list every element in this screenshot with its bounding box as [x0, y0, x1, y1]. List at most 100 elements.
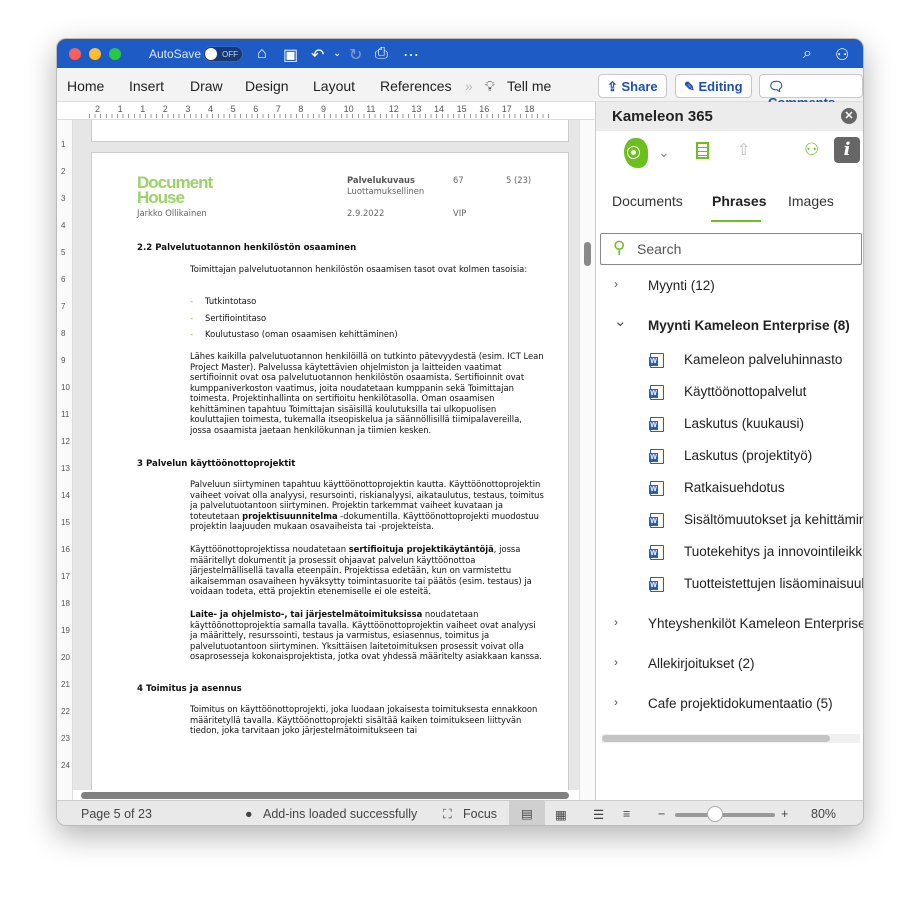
phrase-item[interactable]: Sisältömuutokset ja kehittäminen	[596, 504, 863, 536]
tell-me[interactable]: Tell me	[507, 78, 551, 94]
phrase-item[interactable]: Tuotekehitys ja innovointileikki	[596, 536, 863, 568]
phrase-group[interactable]: › Myynti (12)	[596, 270, 863, 302]
scroll-thumb[interactable]	[602, 735, 830, 742]
comments-button[interactable]: 🗨︎ Comments	[759, 74, 863, 110]
horizontal-ruler[interactable]: 2 1 1 2 3 4 5 6 7 8 9 10 11 12 13 14 15 16 17 18	[57, 102, 595, 120]
vruler-tick-label: 18	[61, 599, 70, 608]
page-count[interactable]: Page 5 of 23	[81, 807, 152, 821]
document-vertical-scrollbar[interactable]	[579, 120, 595, 800]
home-icon[interactable]: ⌂	[257, 45, 267, 63]
focus-button[interactable]: Focus	[463, 807, 497, 821]
zoom-out-button[interactable]: −	[658, 807, 665, 821]
close-icon[interactable]: ✕	[841, 108, 857, 124]
document-page[interactable]: Document House Jarkko Ollikainen Palveluk…	[91, 152, 569, 800]
chevron-right-icon[interactable]: ›	[614, 655, 618, 669]
autosave-label: AutoSave	[149, 47, 202, 61]
ruler-tick-label: 10	[343, 104, 354, 114]
autosave-state: OFF	[222, 50, 238, 59]
redo-icon[interactable]: ↻	[349, 45, 362, 65]
phrase-label: Laskutus (kuukausi)	[684, 416, 805, 431]
web-layout-icon[interactable]: ▦	[555, 807, 567, 822]
focus-icon[interactable]: ⛶	[443, 807, 452, 822]
minimize-window-button[interactable]	[89, 48, 101, 60]
tab-insert[interactable]: Insert	[129, 78, 164, 94]
kameleon-logo-icon[interactable]	[624, 138, 648, 168]
zoom-level[interactable]: 80%	[811, 807, 836, 821]
phrase-item[interactable]: Laskutus (kuukausi)	[596, 408, 863, 440]
tab-images[interactable]: Images	[788, 193, 834, 209]
vruler-tick-label: 20	[61, 653, 70, 662]
undo-dropdown-icon[interactable]: ⌄	[333, 48, 341, 59]
tab-references[interactable]: References	[380, 78, 452, 94]
chevron-right-icon[interactable]: ›	[614, 615, 618, 629]
phrase-group[interactable]: ⌄ Myynti Kameleon Enterprise (8)	[596, 310, 863, 342]
chevron-down-icon[interactable]: ⌄	[614, 312, 627, 330]
more-tabs-icon[interactable]: »	[465, 78, 473, 94]
tab-draw[interactable]: Draw	[190, 78, 223, 94]
scroll-thumb[interactable]	[584, 242, 591, 266]
upload-icon[interactable]: ⇧	[737, 140, 750, 160]
search-icon[interactable]: ⌕	[803, 45, 812, 63]
phrase-label: Tuotteistettujen lisäominaisuuksien	[684, 576, 863, 591]
close-window-button[interactable]	[69, 48, 81, 60]
editing-button[interactable]: ✎ Editing	[675, 74, 752, 98]
zoom-window-button[interactable]	[109, 48, 121, 60]
vruler-tick-label: 23	[61, 734, 70, 743]
phrase-group[interactable]: › Yhteyshenkilöt Kameleon Enterprise	[596, 608, 863, 640]
document-canvas[interactable]: Document House Jarkko Ollikainen Palveluk…	[73, 120, 579, 800]
print-layout-view-button[interactable]: ▤	[509, 801, 545, 825]
phrase-label: Kameleon palveluhinnasto	[684, 352, 843, 367]
chevron-right-icon[interactable]: ›	[614, 695, 618, 709]
draft-view-icon[interactable]: ≡	[623, 807, 630, 821]
tab-design[interactable]: Design	[245, 78, 289, 94]
phrase-group[interactable]: › Allekirjoitukset (2)	[596, 648, 863, 680]
header-number: 67	[453, 175, 464, 185]
vruler-tick-label: 21	[61, 680, 70, 689]
vertical-ruler[interactable]: 1 2 3 4 5 6 7 8 9 10 11 12 13 14 15 16 17 18 19 20 21 22 23 24	[57, 120, 73, 800]
editing-label: Editing	[698, 79, 743, 94]
paragraph: Käyttöönottoprojektissa noudatetaan sert…	[190, 544, 532, 596]
paragraph: Palveluun siirtyminen tapahtuu käyttööno…	[190, 479, 544, 531]
zoom-slider-thumb[interactable]	[707, 806, 723, 822]
phrase-item[interactable]: Tuotteistettujen lisäominaisuuksien	[596, 568, 863, 600]
undo-icon[interactable]: ↶	[311, 45, 324, 65]
tab-layout[interactable]: Layout	[313, 78, 355, 94]
phrase-label: Käyttöönottopalvelut	[684, 384, 807, 399]
outline-view-icon[interactable]: ☰	[593, 807, 604, 822]
tab-phrases[interactable]: Phrases	[712, 193, 766, 209]
vruler-tick-label: 22	[61, 707, 70, 716]
list-item: - Sertifiointitaso	[190, 313, 267, 323]
info-icon[interactable]: i	[834, 137, 860, 163]
phrase-item[interactable]: Laskutus (projektityö)	[596, 440, 863, 472]
print-icon[interactable]: ⎙	[375, 45, 388, 63]
ruler-tick-label: 1	[117, 104, 123, 114]
chevron-down-icon[interactable]: ⌄	[658, 144, 670, 161]
kameleon-panel: Kameleon 365 ✕ ⌄ ⇧ ⚇ i Documents Phrases…	[595, 102, 863, 800]
share-button[interactable]: ⇪ Share	[598, 74, 667, 98]
scroll-thumb[interactable]	[81, 792, 569, 799]
phrase-group[interactable]: › Cafe projektidokumentaatio (5)	[596, 688, 863, 720]
ruler-tick-label: 7	[275, 104, 281, 114]
chevron-right-icon[interactable]: ›	[614, 277, 618, 291]
vruler-tick-label: 10	[61, 383, 70, 392]
tab-home[interactable]: Home	[67, 78, 104, 94]
search-input[interactable]: ⚲ Search	[600, 233, 862, 265]
user-icon[interactable]: ⚇	[804, 140, 819, 160]
addins-icon: ●	[245, 807, 253, 821]
more-icon[interactable]: ⋯	[403, 45, 419, 65]
phrase-item[interactable]: Ratkaisuehdotus	[596, 472, 863, 504]
heading-4: 4 Toimitus ja asennus	[137, 684, 242, 694]
zoom-in-button[interactable]: +	[781, 807, 788, 821]
phrase-item[interactable]: Käyttöönottopalvelut	[596, 376, 863, 408]
zoom-slider[interactable]	[675, 813, 775, 817]
phrase-item[interactable]: Kameleon palveluhinnasto	[596, 344, 863, 376]
vruler-tick-label: 3	[61, 194, 66, 203]
share-people-icon[interactable]: ⚇	[835, 45, 849, 65]
word-doc-icon	[649, 353, 664, 368]
tab-documents[interactable]: Documents	[612, 193, 683, 209]
panel-horizontal-scrollbar[interactable]	[602, 734, 860, 743]
document-list-icon[interactable]	[696, 142, 709, 159]
document-horizontal-scrollbar[interactable]	[73, 790, 579, 800]
save-icon[interactable]: ▣	[283, 45, 298, 65]
autosave-toggle[interactable]: OFF	[203, 46, 243, 62]
